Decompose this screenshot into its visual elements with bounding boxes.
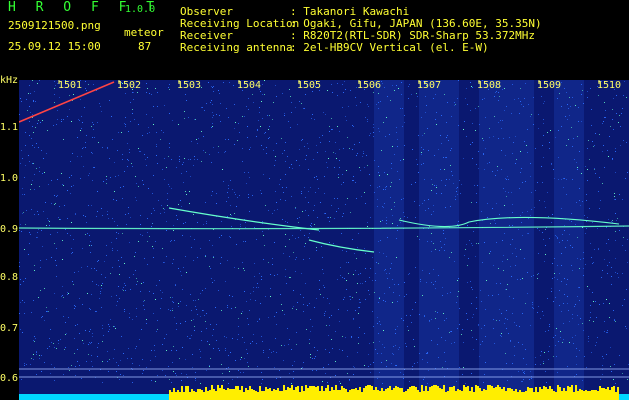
noise-band	[554, 80, 584, 400]
meteor-count: 87	[138, 40, 152, 53]
spectrogram-background	[19, 80, 629, 400]
minute-label-1507: 1507	[417, 80, 442, 91]
minute-label-1505: 1505	[297, 80, 322, 91]
minute-label-1506: 1506	[357, 80, 382, 91]
y-axis-unit: kHz	[0, 75, 19, 86]
header-panel: H R O F F T 1.0.0 2509121500.png 25.09.1…	[0, 0, 629, 80]
info-label-antenna: Receiving antenna	[180, 41, 293, 54]
minute-label-1508: 1508	[477, 80, 502, 91]
spectrogram	[19, 80, 629, 400]
info-value-antenna: : 2el-HB9CV Vertical (el. E-W)	[290, 41, 489, 54]
y-tick-1-1: 1.1	[0, 122, 19, 133]
y-tick-0-6: 0.6	[0, 373, 19, 384]
meteor-label: meteor	[124, 26, 164, 39]
minute-label-1509: 1509	[537, 80, 562, 91]
spectrogram-canvas	[19, 80, 629, 400]
file-name: 2509121500.png	[8, 19, 101, 32]
app-version: 1.0.0	[125, 4, 156, 15]
minute-label-1504: 1504	[237, 80, 262, 91]
file-datetime: 25.09.12 15:00	[8, 40, 101, 53]
minute-label-1501: 1501	[58, 80, 83, 91]
minute-label-1502: 1502	[117, 80, 142, 91]
y-tick-0-8: 0.8	[0, 272, 19, 283]
y-tick-1-0: 1.0	[0, 173, 19, 184]
minute-label-1503: 1503	[177, 80, 202, 91]
minute-label-1510: 1510	[597, 80, 622, 91]
noise-band	[479, 80, 534, 400]
y-tick-0-7: 0.7	[0, 323, 19, 334]
y-tick-0-9: 0.9	[0, 224, 19, 235]
noise-band	[419, 80, 459, 400]
